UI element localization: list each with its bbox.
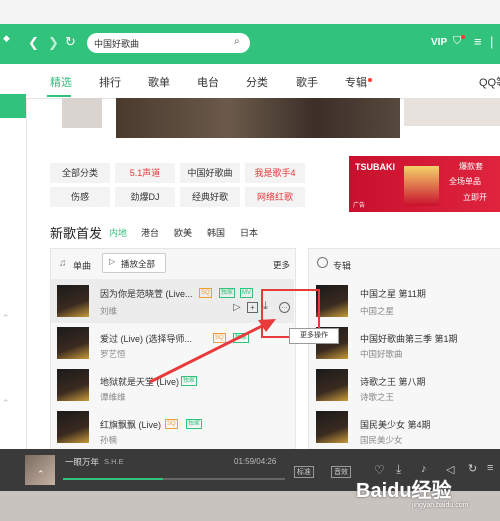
track-title[interactable]: 一眼万年 <box>65 456 99 468</box>
loop-icon[interactable]: ↻ <box>468 462 477 475</box>
track-artist[interactable]: S.H.E <box>104 457 124 466</box>
progress-fill <box>63 478 163 480</box>
track-separator: - <box>96 456 99 463</box>
watermark-logo: Baidu经验 <box>356 480 452 502</box>
sound-effect-button[interactable]: 音效 <box>331 466 351 478</box>
watermark-url: jingyan.baidu.com <box>412 502 469 509</box>
quality-button[interactable]: 标准 <box>294 466 314 478</box>
collapse-icon[interactable]: ⌃ <box>37 469 45 480</box>
progress-track[interactable] <box>63 478 285 480</box>
track-time: 01:59/04:26 <box>234 457 277 466</box>
annotation-arrow <box>149 319 276 384</box>
playlist-icon[interactable]: ≡ <box>487 462 493 474</box>
